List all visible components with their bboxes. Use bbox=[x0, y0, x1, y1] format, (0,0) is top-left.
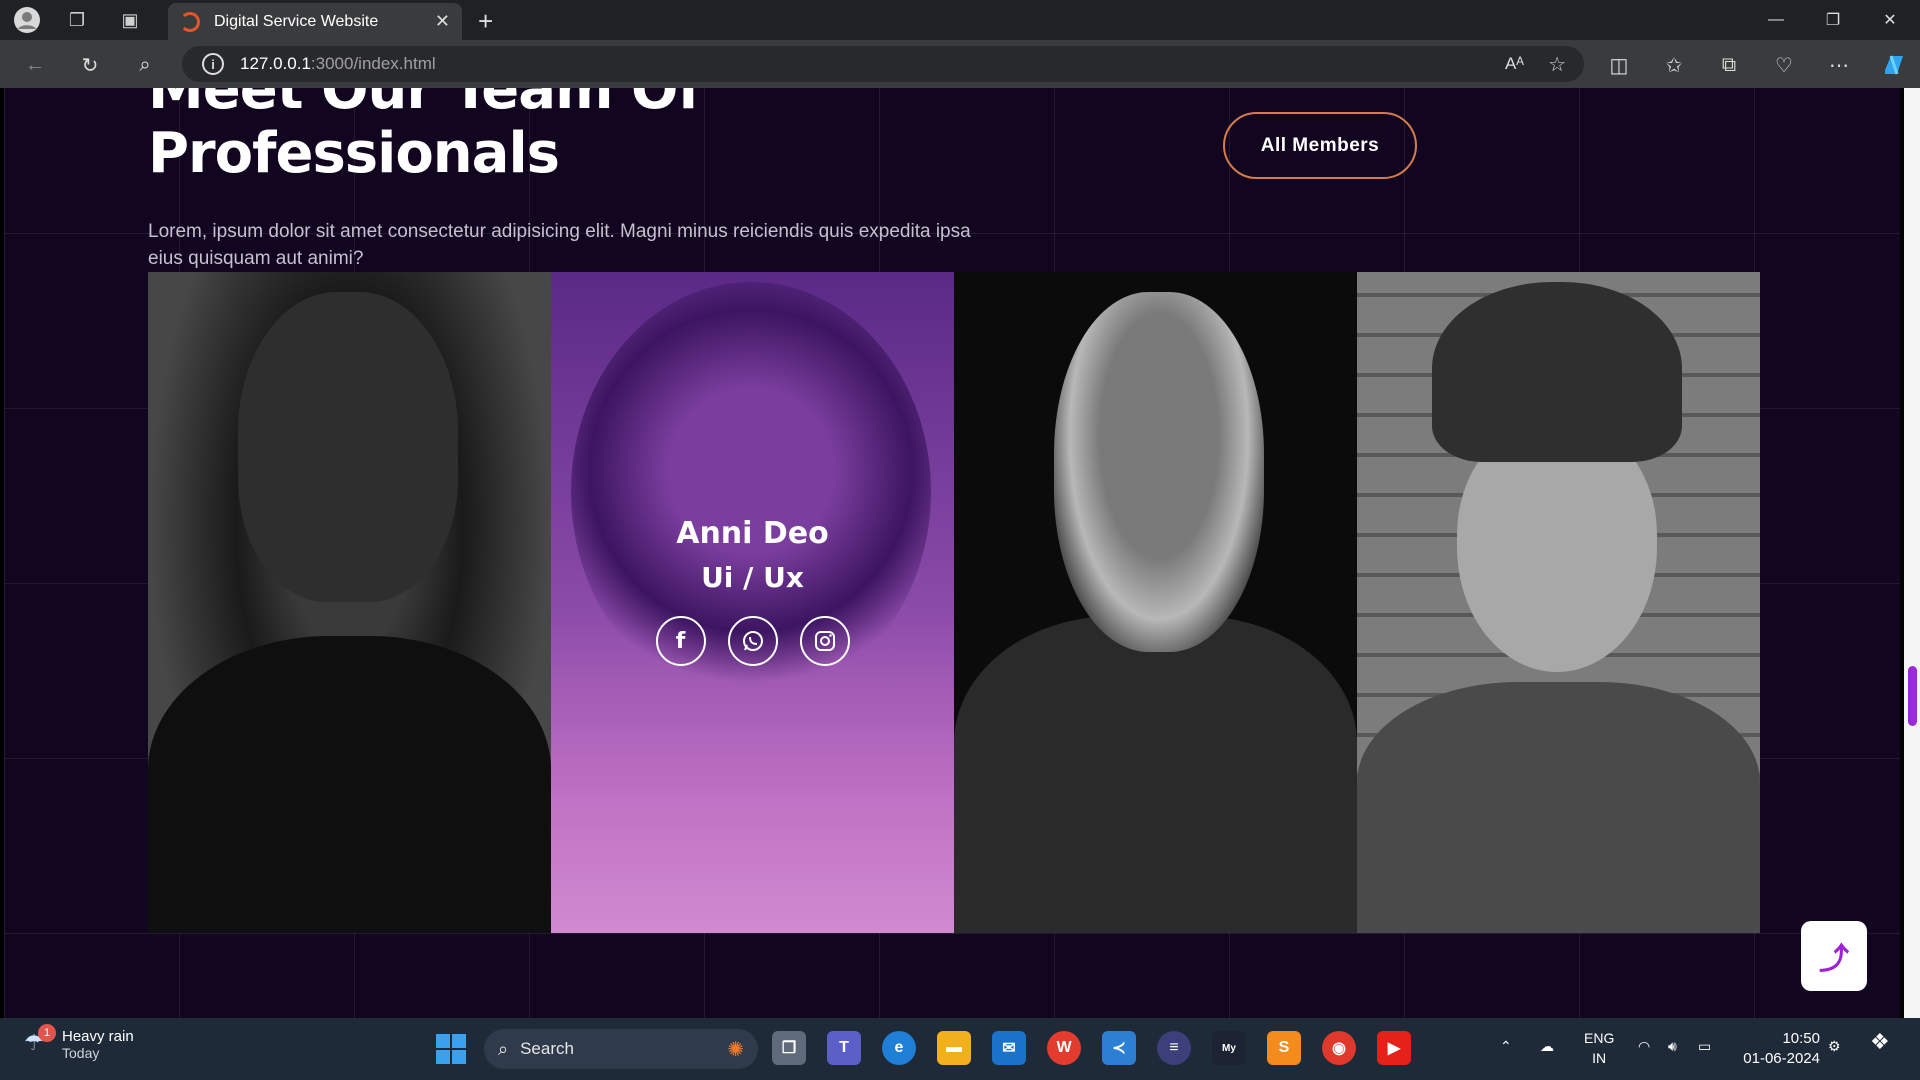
instagram-icon[interactable] bbox=[799, 616, 850, 666]
os-taskbar: ☂ 1 Heavy rain Today ⌕ Search ✺ ❐ T e ▬ ✉… bbox=[0, 1018, 1920, 1080]
new-tab-icon[interactable]: + bbox=[478, 6, 493, 37]
copilot-taskbar-icon[interactable]: ❖ bbox=[1870, 1031, 1890, 1053]
lang-top: ENG bbox=[1584, 1030, 1615, 1046]
all-members-button[interactable]: All Members bbox=[1223, 112, 1417, 179]
scrollbar-thumb[interactable] bbox=[1908, 666, 1917, 726]
system-clock[interactable]: 10:50 01-06-2024 bbox=[1730, 1029, 1820, 1069]
team-card[interactable] bbox=[1357, 272, 1760, 933]
onedrive-icon[interactable]: ☁ bbox=[1540, 1036, 1554, 1056]
edge-icon[interactable]: e bbox=[882, 1031, 916, 1065]
chrome-icon[interactable]: ◉ bbox=[1322, 1031, 1356, 1065]
team-member-photo bbox=[954, 272, 1357, 933]
search-icon: ⌕ bbox=[498, 1038, 509, 1059]
team-member-photo bbox=[148, 272, 551, 933]
more-menu-icon[interactable]: ⋯ bbox=[1823, 49, 1855, 81]
minimize-icon[interactable]: — bbox=[1748, 0, 1804, 40]
favorite-star-icon[interactable]: ☆ bbox=[1548, 52, 1566, 77]
weather-sub: Today bbox=[62, 1045, 100, 1061]
search-highlight-icon: ✺ bbox=[727, 1038, 744, 1061]
tab-active[interactable]: Digital Service Website ✕ bbox=[168, 3, 462, 40]
search-placeholder: Search bbox=[520, 1039, 574, 1058]
eclipse-icon[interactable]: ≡ bbox=[1157, 1031, 1191, 1065]
close-window-icon[interactable]: ✕ bbox=[1862, 0, 1918, 40]
close-tab-icon[interactable]: ✕ bbox=[435, 11, 450, 32]
restore-icon[interactable]: ❐ bbox=[1805, 0, 1861, 40]
mail-icon[interactable]: ✉ bbox=[992, 1031, 1026, 1065]
weather-widget[interactable]: ☂ 1 Heavy rain Today bbox=[24, 1023, 134, 1061]
language-indicator[interactable]: ENG IN bbox=[1584, 1028, 1614, 1068]
team-card-featured[interactable]: Anni Deo Ui / Ux f bbox=[551, 272, 954, 933]
team-card[interactable] bbox=[954, 272, 1357, 933]
volume-icon[interactable]: 🔊︎ bbox=[1668, 1036, 1677, 1056]
section-description: Lorem, ipsum dolor sit amet consectetur … bbox=[148, 221, 971, 269]
start-button-icon[interactable] bbox=[436, 1034, 466, 1064]
browser-tab-bar: ❐ ▣ Digital Service Website ✕ + — ❐ ✕ bbox=[0, 0, 1920, 40]
page-scrollbar[interactable] bbox=[1904, 88, 1920, 1018]
url-field[interactable]: i 127.0.0.1:3000/index.html Aᴬ ☆ bbox=[182, 46, 1584, 82]
address-bar-row: ← ↻ ⌕ i 127.0.0.1:3000/index.html Aᴬ ☆ ◫… bbox=[0, 40, 1920, 88]
clock-time: 10:50 bbox=[1782, 1030, 1820, 1047]
page-title: Meet Our Team Of Professionals bbox=[148, 88, 702, 186]
tab-actions-icon[interactable]: ▣ bbox=[113, 3, 147, 37]
collections-icon[interactable]: ⧉ bbox=[1713, 49, 1745, 81]
battery-icon[interactable]: ▭ bbox=[1698, 1036, 1711, 1056]
team-card[interactable] bbox=[148, 272, 551, 933]
task-view-icon[interactable]: ❐ bbox=[772, 1031, 806, 1065]
wps-office-icon[interactable]: W bbox=[1047, 1031, 1081, 1065]
site-info-icon[interactable]: i bbox=[202, 53, 224, 75]
youtube-icon[interactable]: ▶ bbox=[1377, 1031, 1411, 1065]
clock-date: 01-06-2024 bbox=[1743, 1050, 1820, 1067]
page-viewport: Meet Our Team Of Professionals Lorem, ip… bbox=[4, 88, 1900, 1018]
weather-title: Heavy rain bbox=[62, 1028, 134, 1045]
profile-icon[interactable] bbox=[10, 3, 44, 37]
whatsapp-icon[interactable] bbox=[727, 616, 778, 666]
back-icon[interactable]: ← bbox=[20, 50, 50, 80]
file-explorer-icon[interactable]: ▬ bbox=[937, 1031, 971, 1065]
member-overlay: Anni Deo Ui / Ux f bbox=[551, 512, 954, 666]
copilot-icon[interactable] bbox=[1878, 49, 1910, 81]
umbrella-rain-icon: ☂ 1 bbox=[24, 1023, 56, 1060]
notifications-icon[interactable]: ⚙ bbox=[1828, 1036, 1841, 1056]
browser-essentials-icon[interactable]: ♡ bbox=[1768, 49, 1800, 81]
refresh-icon[interactable]: ↻ bbox=[75, 50, 105, 80]
teams-icon[interactable]: T bbox=[827, 1031, 861, 1065]
wifi-icon[interactable]: ◠ bbox=[1638, 1036, 1650, 1056]
scroll-to-top-button[interactable]: ⤴ bbox=[1801, 921, 1867, 991]
team-gallery: Anni Deo Ui / Ux f bbox=[148, 272, 1760, 933]
vscode-icon[interactable]: ≺ bbox=[1102, 1031, 1136, 1065]
weather-badge: 1 bbox=[38, 1023, 56, 1042]
url-path: :3000/index.html bbox=[310, 54, 436, 73]
mysql-icon[interactable]: My bbox=[1212, 1031, 1246, 1065]
tab-title: Digital Service Website bbox=[214, 12, 379, 30]
favorites-icon[interactable]: ✩ bbox=[1658, 49, 1690, 81]
search-page-icon[interactable]: ⌕ bbox=[130, 50, 160, 80]
read-aloud-icon[interactable]: Aᴬ bbox=[1505, 54, 1524, 74]
team-member-photo bbox=[1357, 272, 1760, 933]
split-screen-icon[interactable]: ◫ bbox=[1603, 49, 1635, 81]
url-host: 127.0.0.1 bbox=[240, 54, 311, 73]
sublime-icon[interactable]: S bbox=[1267, 1031, 1301, 1065]
taskbar-search[interactable]: ⌕ Search ✺ bbox=[484, 1029, 758, 1069]
member-role: Ui / Ux bbox=[701, 561, 804, 594]
facebook-icon[interactable]: f bbox=[655, 616, 706, 666]
workspaces-icon[interactable]: ❐ bbox=[60, 3, 94, 37]
site-favicon-icon bbox=[180, 11, 200, 32]
social-links: f bbox=[551, 616, 954, 666]
lang-bottom: IN bbox=[1592, 1050, 1607, 1066]
member-name: Anni Deo bbox=[676, 516, 829, 551]
show-hidden-icons-icon[interactable]: ⌃ bbox=[1500, 1036, 1512, 1056]
